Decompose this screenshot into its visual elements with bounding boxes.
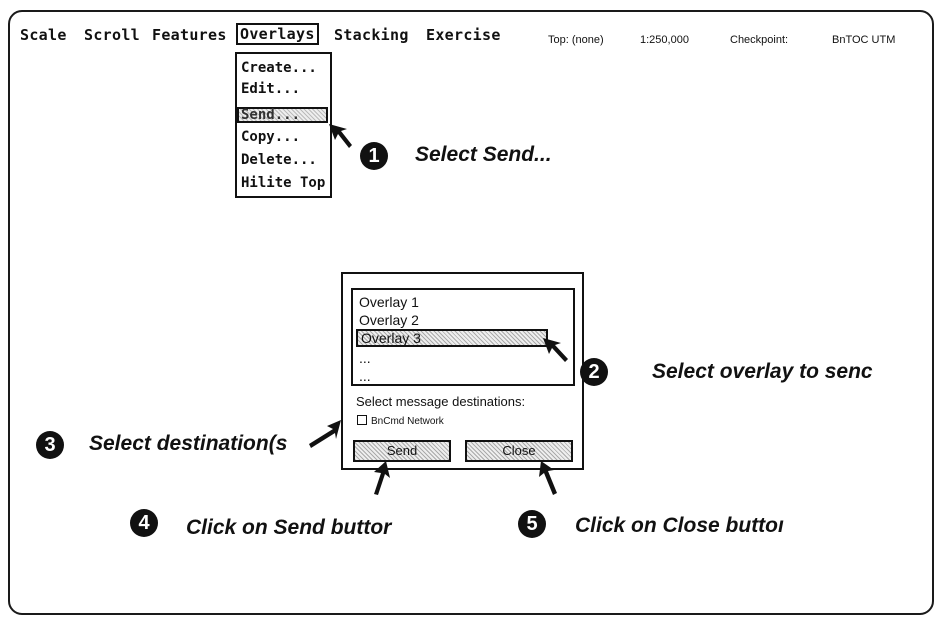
status-checkpoint: Checkpoint: xyxy=(730,34,789,46)
overlay-item-5[interactable]: ... xyxy=(359,368,371,384)
step-4-text: Click on Send buttor xyxy=(186,516,392,539)
status-top: Top: (none) xyxy=(548,34,604,46)
overlay-item-4[interactable]: ... xyxy=(359,350,371,366)
menu-item-delete[interactable]: Delete... xyxy=(241,152,317,168)
menu-item-copy[interactable]: Copy... xyxy=(241,129,300,145)
menu-item-edit[interactable]: Edit... xyxy=(241,81,300,97)
pointer-arrow-icon xyxy=(309,420,341,448)
menu-item-send[interactable]: Send... xyxy=(237,107,328,123)
step-3-text: Select destination(s xyxy=(89,432,288,455)
status-system: BnTOC UTM xyxy=(832,34,896,46)
overlays-dropdown: Create... Edit... Send... Copy... Delete… xyxy=(235,52,332,198)
overlay-item-3[interactable]: Overlay 3 xyxy=(356,329,548,347)
destination-option[interactable]: BnCmd Network xyxy=(357,415,444,427)
status-scale: 1:250,000 xyxy=(640,34,689,46)
step-5-text: Click on Close buttoı xyxy=(575,514,784,537)
step-3-badge: 3 xyxy=(36,431,64,459)
destination-option-label: BnCmd Network xyxy=(371,416,444,427)
step-1-badge: 1 xyxy=(360,142,388,170)
menu-features[interactable]: Features xyxy=(152,26,227,44)
menu-scroll[interactable]: Scroll xyxy=(84,26,140,44)
menu-item-create[interactable]: Create... xyxy=(241,60,317,76)
menu-exercise[interactable]: Exercise xyxy=(426,26,501,44)
pointer-arrow-icon xyxy=(539,461,557,495)
destinations-label: Select message destinations: xyxy=(356,394,526,409)
checkbox-icon[interactable] xyxy=(357,415,367,425)
pointer-arrow-icon xyxy=(329,124,352,148)
step-2-badge: 2 xyxy=(580,358,608,386)
step-5-badge: 5 xyxy=(518,510,546,538)
pointer-arrow-icon xyxy=(374,461,390,495)
overlay-item-2[interactable]: Overlay 2 xyxy=(359,312,419,328)
step-4-badge: 4 xyxy=(130,509,158,537)
menu-stacking[interactable]: Stacking xyxy=(334,26,409,44)
pointer-arrow-icon xyxy=(543,338,568,362)
menu-scale[interactable]: Scale xyxy=(20,26,67,44)
menu-overlays[interactable]: Overlays xyxy=(236,23,319,45)
step-2-text: Select overlay to senc xyxy=(652,360,873,383)
send-overlay-dialog: Overlay 1 Overlay 2 Overlay 3 ... ... Se… xyxy=(341,272,584,470)
step-1-text: Select Send... xyxy=(415,143,552,166)
overlay-item-1[interactable]: Overlay 1 xyxy=(359,294,419,310)
menu-item-hilite-top[interactable]: Hilite Top xyxy=(241,175,325,191)
